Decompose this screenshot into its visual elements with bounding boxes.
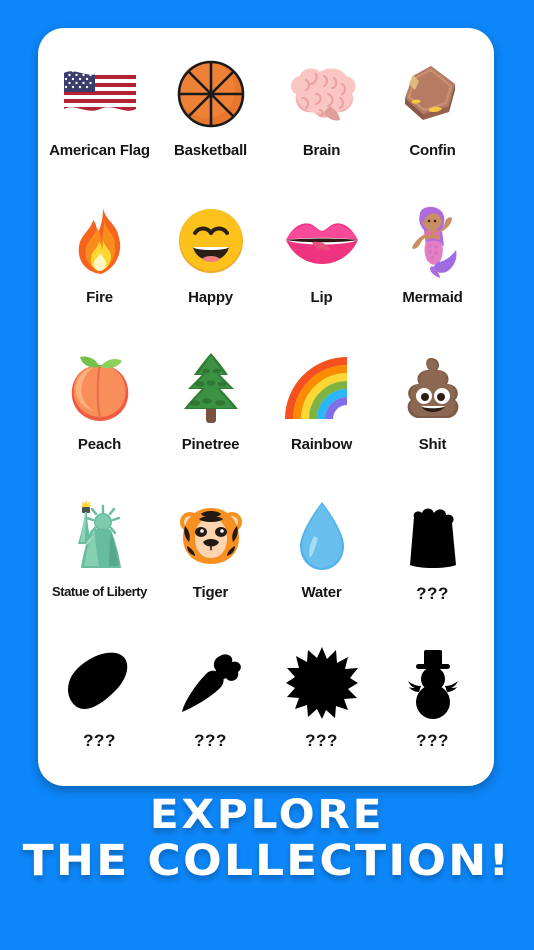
locked-snowman-silhouette	[390, 643, 476, 723]
grid-item-pinetree[interactable]: Pinetree	[155, 334, 266, 481]
tiger-face-emoji	[168, 496, 254, 576]
grid-item-label: Fire	[86, 289, 113, 307]
locked-avocado-silhouette	[57, 643, 143, 723]
lips-emoji	[279, 201, 365, 281]
grid-item-label: Mermaid	[402, 289, 463, 307]
grid-item-locked-carrot[interactable]: ???	[155, 629, 266, 776]
coffin-emoji	[390, 54, 476, 134]
grid-item-locked-avocado[interactable]: ???	[44, 629, 155, 776]
grid-item-label: Peach	[77, 436, 122, 454]
grid-item-label: Happy	[188, 289, 233, 307]
grid-item-label: Pinetree	[181, 436, 240, 454]
grid-item-label: Water	[301, 583, 342, 601]
grid-item-tiger[interactable]: Tiger	[155, 482, 266, 629]
grid-item-label: American Flag	[49, 142, 150, 159]
grid-item-label: ???	[416, 583, 449, 603]
grid-item-label: ???	[194, 730, 227, 750]
headline-line-2: The Collection!	[22, 835, 512, 886]
grid-item-water[interactable]: Water	[266, 482, 377, 629]
grid-item-locked-popcorn[interactable]: ???	[377, 482, 488, 629]
grid-item-label: Basketball	[173, 142, 248, 159]
grid-item-label: Brain	[302, 142, 341, 159]
grid-item-label: Shit	[418, 436, 447, 454]
emoji-collection-card: American Flag Basketball Brain Confin Fi…	[38, 28, 494, 786]
pine-tree-emoji	[168, 348, 254, 428]
grid-item-peach[interactable]: Peach	[44, 334, 155, 481]
happy-face-emoji	[168, 201, 254, 281]
grid-item-mermaid[interactable]: Mermaid	[377, 187, 488, 334]
rainbow-emoji	[279, 348, 365, 428]
grid-item-label: ???	[416, 730, 449, 750]
explore-headline: Explore The Collection!	[0, 795, 534, 887]
grid-item-statue-of-liberty[interactable]: Statue of Liberty	[44, 482, 155, 629]
grid-item-label: Lip	[310, 289, 333, 307]
grid-item-coffin[interactable]: Confin	[377, 40, 488, 187]
fire-emoji	[57, 201, 143, 281]
locked-carrot-silhouette	[168, 643, 254, 723]
grid-item-brain[interactable]: Brain	[266, 40, 377, 187]
brain-emoji	[279, 54, 365, 134]
grid-item-rainbow[interactable]: Rainbow	[266, 334, 377, 481]
grid-item-label: ???	[83, 730, 116, 750]
statue-of-liberty-emoji	[57, 496, 143, 576]
grid-item-shit[interactable]: Shit	[377, 334, 488, 481]
american-flag-emoji	[57, 54, 143, 134]
water-drop-emoji	[279, 496, 365, 576]
grid-item-happy[interactable]: Happy	[155, 187, 266, 334]
basketball-emoji	[168, 54, 254, 134]
grid-item-label: Statue of Liberty	[52, 583, 147, 599]
pile-of-poo-emoji	[390, 348, 476, 428]
grid-item-locked-snowman[interactable]: ???	[377, 629, 488, 776]
grid-item-label: Rainbow	[290, 436, 353, 454]
emoji-grid: American Flag Basketball Brain Confin Fi…	[38, 28, 494, 786]
grid-item-lip[interactable]: Lip	[266, 187, 377, 334]
headline-line-1: Explore	[149, 792, 385, 838]
peach-emoji	[57, 348, 143, 428]
grid-item-basketball[interactable]: Basketball	[155, 40, 266, 187]
locked-star-silhouette	[279, 643, 365, 723]
grid-item-american-flag[interactable]: American Flag	[44, 40, 155, 187]
grid-item-label: Tiger	[192, 583, 229, 601]
grid-item-locked-star[interactable]: ???	[266, 629, 377, 776]
grid-item-fire[interactable]: Fire	[44, 187, 155, 334]
locked-popcorn-silhouette	[390, 496, 476, 576]
mermaid-emoji	[390, 201, 476, 281]
grid-item-label: Confin	[409, 142, 456, 159]
grid-item-label: ???	[305, 730, 338, 750]
